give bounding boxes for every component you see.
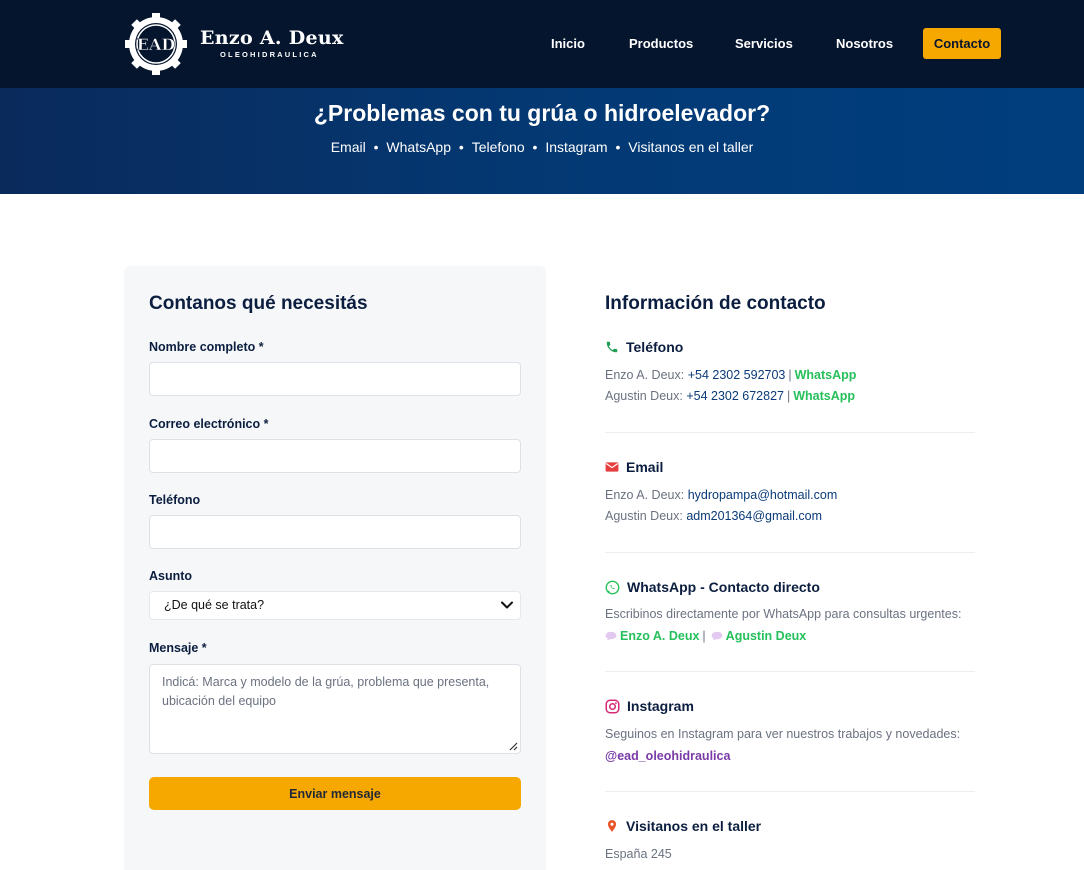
chevron-down-icon <box>501 601 513 609</box>
contact-info-title: Información de contacto <box>605 293 826 314</box>
contact-name: Agustin Deux: <box>605 389 683 403</box>
whatsapp-icon <box>605 580 620 594</box>
whatsapp-heading-text: WhatsApp - Contacto directo <box>627 579 820 595</box>
subject-selected-value: ¿De qué se trata? <box>164 598 265 612</box>
nav-contacto-button[interactable]: Contacto <box>923 28 1001 59</box>
whatsapp-link[interactable]: WhatsApp <box>793 389 855 403</box>
hero-channels: Email • WhatsApp • Telefono • Instagram … <box>0 139 1084 155</box>
name-label: Nombre completo * <box>149 340 264 354</box>
instagram-heading-text: Instagram <box>627 698 694 714</box>
hero-channel-instagram: Instagram <box>545 139 608 155</box>
hero-title: ¿Problemas con tu grúa o hidroelevador? <box>313 100 771 126</box>
form-title: Contanos qué necesitás <box>149 293 368 314</box>
logo-gear-icon[interactable]: EAD <box>124 12 188 76</box>
taller-address: España 245 <box>605 847 672 861</box>
contact-name: Agustin Deux: <box>605 509 683 523</box>
whatsapp-section-heading: WhatsApp - Contacto directo <box>605 579 820 595</box>
speech-bubble-icon <box>605 631 617 641</box>
message-textarea[interactable]: Indicá: Marca y modelo de la grúa, probl… <box>149 664 521 754</box>
contact-name: Enzo A. Deux: <box>605 368 685 382</box>
hero-separator: • <box>373 139 379 155</box>
phone-heading-text: Teléfono <box>626 339 684 355</box>
instagram-handle-row: @ead_oleohidraulica <box>605 749 730 763</box>
instagram-section-heading: Instagram <box>605 698 694 714</box>
resize-grip-icon[interactable] <box>508 741 518 751</box>
phone-label: Teléfono <box>149 493 201 507</box>
brand[interactable]: Enzo A. Deux OLEOHIDRAULICA <box>200 26 344 59</box>
mail-icon <box>605 462 619 472</box>
email-row: Agustin Deux: adm201364@gmail.com <box>605 509 822 523</box>
instagram-description: Seguinos en Instagram para ver nuestros … <box>605 727 961 741</box>
email-link[interactable]: adm201364@gmail.com <box>686 509 822 523</box>
hero-channel-email: Email <box>330 139 366 155</box>
nav-link-inicio[interactable]: Inicio <box>551 36 585 51</box>
hero-separator: • <box>458 139 464 155</box>
taller-section-heading: Visitanos en el taller <box>605 818 761 834</box>
whatsapp-contacts: Enzo A. Deux | Agustin Deux <box>605 629 806 643</box>
instagram-handle-link[interactable]: @ead_oleohidraulica <box>605 749 730 763</box>
section-divider <box>605 552 975 553</box>
subject-select[interactable]: ¿De qué se trata? <box>149 591 521 620</box>
contact-name: Enzo A. Deux: <box>605 488 685 502</box>
whatsapp-description: Escribinos directamente por WhatsApp par… <box>605 607 962 621</box>
hero-separator: • <box>532 139 538 155</box>
phone-section-heading: Teléfono <box>605 339 683 355</box>
section-divider <box>605 432 975 433</box>
hero-channel-telefono: Telefono <box>471 139 525 155</box>
phone-link[interactable]: +54 2302 672827 <box>686 389 784 403</box>
phone-row: Agustin Deux: +54 2302 672827 | WhatsApp <box>605 389 856 403</box>
speech-bubble-icon <box>711 631 723 641</box>
phone-link[interactable]: +54 2302 592703 <box>688 368 786 382</box>
top-navbar: EAD Enzo A. Deux OLEOHIDRAULICA Inicio P… <box>0 0 1084 88</box>
hero-channel-whatsapp: WhatsApp <box>386 139 451 155</box>
hero-channel-taller: Visitanos en el taller <box>628 139 754 155</box>
location-pin-icon <box>607 820 617 832</box>
email-link[interactable]: hydropampa@hotmail.com <box>688 488 838 502</box>
whatsapp-link[interactable]: WhatsApp <box>795 368 857 382</box>
subject-label: Asunto <box>149 569 193 583</box>
hero-banner: ¿Problemas con tu grúa o hidroelevador? … <box>0 88 1084 194</box>
phone-row: Enzo A. Deux: +54 2302 592703 | WhatsApp <box>605 368 857 382</box>
contact-form-card: Contanos qué necesitás Nombre completo *… <box>124 266 546 870</box>
email-section-heading: Email <box>605 459 663 475</box>
message-placeholder: Indicá: Marca y modelo de la grúa, probl… <box>162 675 490 708</box>
email-row: Enzo A. Deux: hydropampa@hotmail.com <box>605 488 837 502</box>
whatsapp-contact-link[interactable]: Agustin Deux <box>726 629 807 643</box>
nav-link-nosotros[interactable]: Nosotros <box>836 36 893 51</box>
logo-text: EAD <box>137 35 176 54</box>
whatsapp-contact-link[interactable]: Enzo A. Deux <box>620 629 699 643</box>
brand-name: Enzo A. Deux <box>200 27 344 49</box>
phone-icon <box>606 341 618 353</box>
message-label: Mensaje * <box>149 641 207 655</box>
section-divider <box>605 671 975 672</box>
brand-subtitle: OLEOHIDRAULICA <box>220 50 319 59</box>
hero-separator: • <box>615 139 621 155</box>
submit-button[interactable]: Enviar mensaje <box>149 777 521 810</box>
taller-heading-text: Visitanos en el taller <box>626 818 762 834</box>
email-heading-text: Email <box>626 459 664 475</box>
email-input[interactable] <box>149 439 521 473</box>
nav-link-productos[interactable]: Productos <box>629 36 693 51</box>
section-divider <box>605 791 975 792</box>
instagram-icon <box>605 699 620 713</box>
email-label: Correo electrónico * <box>149 417 269 431</box>
name-input[interactable] <box>149 362 521 396</box>
nav-link-servicios[interactable]: Servicios <box>735 36 793 51</box>
phone-input[interactable] <box>149 515 521 549</box>
